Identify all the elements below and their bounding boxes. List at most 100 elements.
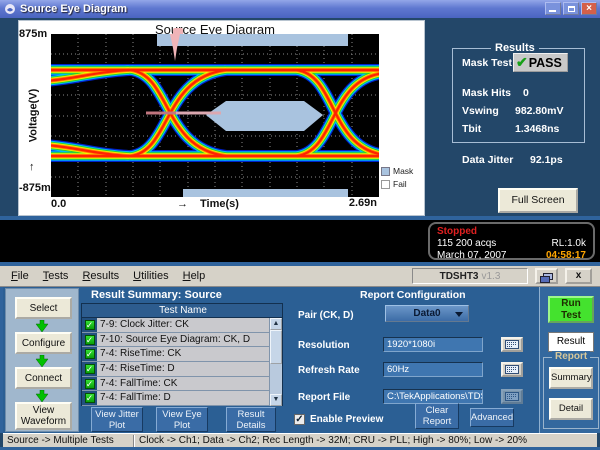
eye-diagram-window: Source Eye Diagram 875m Voltage(V) ↑ -87… [18, 20, 425, 216]
advanced-button[interactable]: Advanced [470, 408, 514, 427]
pass-check-icon [516, 54, 529, 71]
y-axis-max-label: 875m [19, 28, 47, 40]
summary-report-button[interactable]: Summary [549, 367, 593, 389]
tbit-label: Tbit [462, 123, 481, 135]
test-checkbox[interactable] [82, 362, 97, 376]
clear-report-button[interactable]: Clear Report [415, 403, 459, 429]
legend-fail: Fail [381, 179, 407, 189]
detail-report-button[interactable]: Detail [549, 398, 593, 420]
minimize-icon [549, 10, 556, 12]
report-file-label: Report File [298, 392, 350, 403]
title-bar: Source Eye Diagram × [0, 0, 600, 18]
report-configuration-title: Report Configuration [360, 289, 466, 301]
enable-preview-checkbox[interactable] [294, 414, 305, 425]
test-name-cell: 7-4: FallTime: D [97, 391, 270, 405]
tbit-value: 1.3468ns [515, 123, 559, 135]
data-jitter-label: Data Jitter [462, 154, 513, 166]
view-eye-plot-button[interactable]: View Eye Plot [156, 407, 208, 432]
mask-legend-swatch [381, 167, 390, 176]
flow-panel: Select Configure Connect View Waveform [5, 288, 79, 432]
menu-item-tests[interactable]: Tests [36, 268, 76, 284]
menu-item-utilities[interactable]: Utilities [126, 268, 175, 284]
results-group: Results Mask Test PASS Mask Hits 0 Vswin… [452, 48, 585, 143]
acquisition-status-box: Stopped 115 200 acqs RL:1.0k March 07, 2… [428, 222, 595, 260]
record-length: RL:1.0k [552, 238, 586, 249]
result-button[interactable]: Result [548, 332, 594, 352]
maximize-button[interactable] [563, 2, 579, 15]
connect-button[interactable]: Connect [15, 367, 72, 389]
close-icon: × [582, 3, 596, 14]
full-screen-button[interactable]: Full Screen [498, 188, 578, 213]
resolution-keypad-button[interactable] [501, 337, 523, 352]
report-file-browse-button[interactable] [501, 389, 523, 404]
test-name-cell: 7-9: Clock Jitter: CK [97, 318, 270, 332]
configure-button[interactable]: Configure [15, 332, 72, 354]
view-waveform-button[interactable]: View Waveform [15, 402, 72, 430]
fail-legend-swatch [381, 180, 390, 189]
select-button[interactable]: Select [15, 297, 72, 319]
test-checkbox[interactable] [82, 347, 97, 361]
y-axis-min-label: -875m [19, 182, 49, 194]
scroll-down-button[interactable]: ▼ [270, 394, 282, 406]
table-row[interactable]: 7-4: FallTime: CK [82, 377, 270, 392]
app-version: v1.3 [482, 271, 501, 282]
y-axis-arrow-icon: ↑ [29, 161, 35, 173]
test-checkbox[interactable] [82, 333, 97, 347]
app-version-box: TDSHT3v1.3 [412, 268, 528, 284]
scrollbar-column-header [269, 304, 282, 318]
resolution-input[interactable]: 1920*1080i [383, 337, 483, 352]
refresh-keypad-button[interactable] [501, 362, 523, 377]
menu-item-file[interactable]: File [4, 268, 36, 284]
application-area: Select Configure Connect View Waveform R… [0, 287, 600, 433]
table-row[interactable]: 7-9: Clock Jitter: CK [82, 318, 270, 333]
refresh-rate-input[interactable]: 60Hz [383, 362, 483, 377]
run-panel: Run Test Result Report Summary Detail [539, 287, 600, 433]
app-switch-icon [540, 273, 553, 283]
data-jitter-value: 92.1ps [530, 154, 563, 166]
app-switch-button[interactable] [535, 268, 558, 284]
legend-mask: Mask [381, 166, 413, 176]
test-checkbox[interactable] [82, 377, 97, 391]
vswing-value: 982.80mV [515, 105, 563, 117]
run-test-button[interactable]: Run Test [548, 296, 594, 323]
pair-dropdown[interactable]: Data0 [385, 305, 469, 322]
report-file-input[interactable]: C:\TekApplications\TDSHT [383, 389, 483, 404]
menu-item-results[interactable]: Results [75, 268, 126, 284]
result-summary-title: Result Summary: Source [91, 289, 222, 301]
menu-item-help[interactable]: Help [176, 268, 213, 284]
app-close-button[interactable]: x [565, 268, 592, 284]
enable-preview-label: Enable Preview [310, 414, 383, 425]
test-name-cell: 7-4: RiseTime: D [97, 362, 270, 376]
keyboard-icon [505, 392, 519, 401]
test-checkbox[interactable] [82, 318, 97, 332]
x-axis-max-label: 2.69n [335, 197, 377, 209]
checkbox-column-header [82, 304, 97, 318]
table-row[interactable]: 7-4: RiseTime: CK [82, 347, 270, 362]
result-summary-table: Test Name 7-9: Clock Jitter: CK 7-10: So… [81, 303, 283, 406]
minimize-button[interactable] [545, 2, 561, 15]
test-checkbox[interactable] [82, 391, 97, 405]
result-details-button[interactable]: Result Details [226, 407, 276, 432]
scrollbar-thumb[interactable] [270, 330, 282, 364]
acquisition-state: Stopped [437, 226, 586, 237]
acquisition-strip: Stopped 115 200 acqs RL:1.0k March 07, 2… [0, 220, 600, 262]
mask-test-label: Mask Test [462, 57, 512, 69]
mask-legend-label: Mask [393, 166, 413, 176]
mask-region-top [157, 34, 348, 46]
table-row[interactable]: 7-4: RiseTime: D [82, 362, 270, 377]
check-icon [85, 393, 95, 403]
scroll-up-button[interactable]: ▲ [270, 318, 282, 330]
cursor-hline-right[interactable] [176, 112, 221, 115]
scope-display-area: Source Eye Diagram 875m Voltage(V) ↑ -87… [0, 18, 600, 216]
check-icon [85, 320, 95, 330]
x-axis-arrow-icon: → [177, 198, 188, 210]
view-jitter-plot-button[interactable]: View Jitter Plot [91, 407, 143, 432]
table-row[interactable]: 7-10: Source Eye Diagram: CK, D [82, 333, 270, 348]
check-icon [85, 379, 95, 389]
close-button[interactable]: × [581, 2, 597, 15]
test-name-cell: 7-4: FallTime: CK [97, 377, 270, 391]
table-row[interactable]: 7-4: FallTime: D [82, 391, 270, 406]
flow-arrow-icon [35, 390, 49, 402]
cursor-hline-left[interactable] [146, 112, 176, 115]
table-scrollbar[interactable]: ▲ ▼ [269, 318, 282, 406]
